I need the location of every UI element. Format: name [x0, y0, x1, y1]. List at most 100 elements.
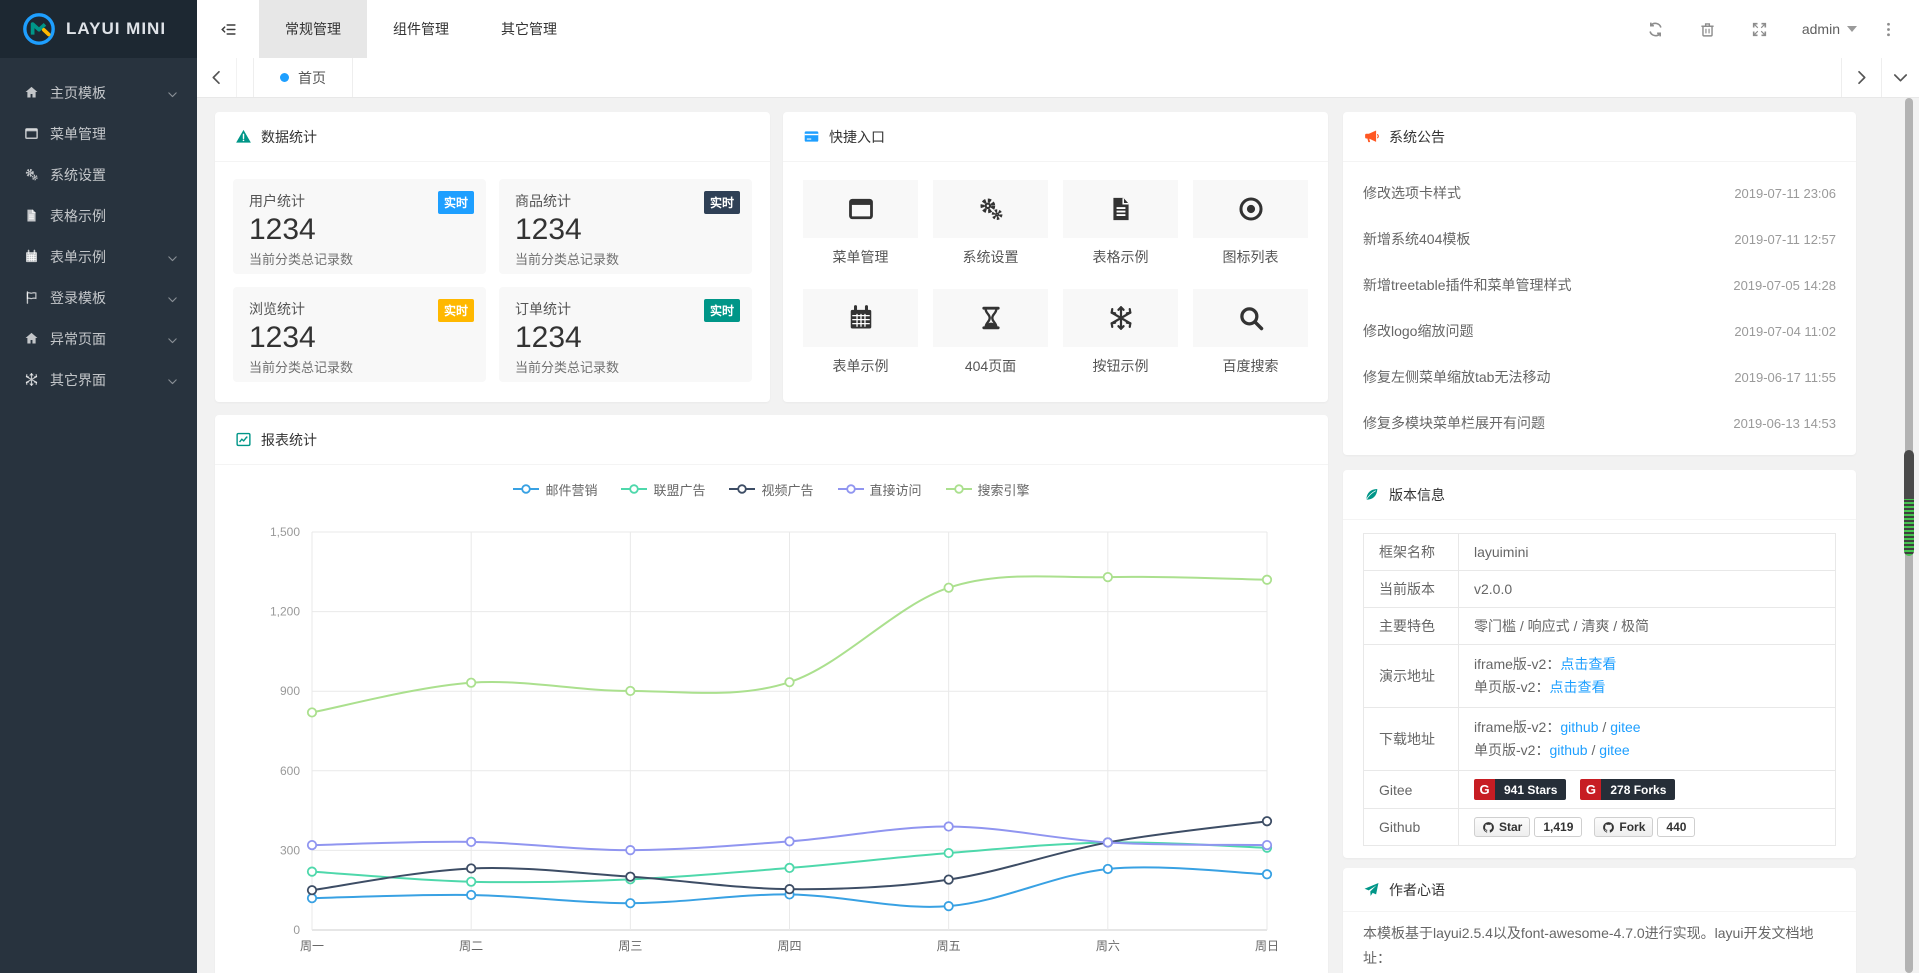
gitee-badge[interactable]: G941 Stars — [1474, 779, 1566, 800]
sidebar-item-1[interactable]: 菜单管理 — [0, 113, 197, 154]
page-scrollbar-thumb[interactable] — [1904, 450, 1914, 556]
quick-entry-6[interactable]: 按钮示例 — [1063, 289, 1178, 376]
sidebar-item-label: 表单示例 — [50, 247, 167, 267]
quick-entry-7[interactable]: 百度搜索 — [1193, 289, 1308, 376]
sidebar-item-label: 登录模板 — [50, 288, 167, 308]
warning-triangle-icon — [235, 128, 252, 145]
version-link[interactable]: gitee — [1599, 742, 1629, 758]
notice-row-4[interactable]: 修复左侧菜单缩放tab无法移动2019-06-17 11:55 — [1363, 354, 1836, 400]
github-star-button[interactable]: Star — [1474, 817, 1530, 837]
calendar-icon — [803, 289, 918, 347]
version-row-value: layuimini — [1459, 534, 1836, 571]
sidebar-item-0[interactable]: 主页模板 — [0, 72, 197, 113]
flag-icon — [24, 290, 40, 306]
notice-time: 2019-07-04 11:02 — [1734, 324, 1836, 339]
header-nav-tab-0[interactable]: 常规管理 — [259, 0, 367, 58]
github-count[interactable]: 1,419 — [1534, 817, 1582, 837]
github-count[interactable]: 440 — [1657, 817, 1695, 837]
notice-row-5[interactable]: 修复多模块菜单栏展开有问题2019-06-13 14:53 — [1363, 400, 1836, 446]
tab-operations-button[interactable] — [1881, 58, 1919, 97]
version-link[interactable]: gitee — [1610, 719, 1640, 735]
open-tab-0[interactable]: 首页 — [253, 58, 353, 97]
notice-row-0[interactable]: 修改选项卡样式 2019-07-11 23:06 — [1363, 170, 1836, 216]
notice-title: 修改选项卡样式 — [1363, 183, 1461, 203]
gitee-icon: G — [1580, 779, 1601, 800]
stat-badge: 实时 — [438, 191, 474, 214]
gitee-badge[interactable]: G278 Forks — [1580, 779, 1675, 800]
stat-caption: 当前分类总记录数 — [515, 357, 736, 376]
header-nav-tab-1[interactable]: 组件管理 — [367, 0, 475, 58]
stat-value: 1234 — [249, 322, 470, 354]
tabbar-right — [1841, 58, 1919, 97]
window-icon — [24, 126, 40, 142]
quick-entry-label: 系统设置 — [933, 247, 1048, 267]
legend-item-0[interactable]: 邮件营销 — [513, 480, 597, 499]
header-actions: admin — [1630, 0, 1919, 58]
notice-row-1[interactable]: 新增系统404模板2019-07-11 12:57 — [1363, 216, 1836, 262]
legend-marker — [838, 484, 864, 494]
version-link[interactable]: 点击查看 — [1560, 656, 1616, 672]
legend-item-3[interactable]: 直接访问 — [838, 480, 922, 499]
header-nav-tab-2[interactable]: 其它管理 — [475, 0, 583, 58]
clear-cache-button[interactable] — [1682, 0, 1734, 58]
tab-scroll-right-button[interactable] — [1841, 58, 1881, 97]
more-menu-button[interactable] — [1873, 21, 1903, 38]
stat-card-0: 用户统计实时1234当前分类总记录数 — [233, 179, 486, 274]
sidebar-collapse-button[interactable] — [197, 0, 259, 58]
notice-title: 修改logo缩放问题 — [1363, 321, 1473, 341]
quick-entry-2[interactable]: 表格示例 — [1063, 180, 1178, 267]
refresh-button[interactable] — [1630, 0, 1682, 58]
quick-entry-4[interactable]: 表单示例 — [803, 289, 918, 376]
version-link[interactable]: github — [1549, 742, 1587, 758]
page-scrollbar-track[interactable] — [1905, 98, 1913, 973]
sidebar-item-6[interactable]: 异常页面 — [0, 318, 197, 359]
legend-label: 邮件营销 — [545, 480, 597, 499]
version-row-1: 当前版本v2.0.0 — [1364, 571, 1836, 608]
sidebar-item-4[interactable]: 表单示例 — [0, 236, 197, 277]
quick-panel-header: 快捷入口 — [783, 112, 1328, 162]
notice-time: 2019-07-11 23:06 — [1734, 186, 1836, 201]
legend-item-1[interactable]: 联盟广告 — [621, 480, 705, 499]
github-icon — [1482, 821, 1495, 834]
version-panel-header: 版本信息 — [1343, 470, 1856, 520]
svg-text:900: 900 — [280, 684, 300, 698]
notice-row-2[interactable]: 新增treetable插件和菜单管理样式2019-07-05 14:28 — [1363, 262, 1836, 308]
sidebar-item-7[interactable]: 其它界面 — [0, 359, 197, 400]
user-dropdown[interactable]: admin — [1786, 21, 1873, 37]
sidebar-item-5[interactable]: 登录模板 — [0, 277, 197, 318]
github-fork-button[interactable]: Fork — [1594, 817, 1653, 837]
quick-entry-5[interactable]: 404页面 — [933, 289, 1048, 376]
version-link[interactable]: 点击查看 — [1549, 679, 1605, 695]
tab-scroll-left-button[interactable] — [197, 58, 237, 97]
quick-panel-title: 快捷入口 — [829, 127, 885, 147]
header-nav: 常规管理组件管理其它管理 — [259, 0, 583, 58]
version-link[interactable]: github — [1560, 719, 1598, 735]
legend-item-2[interactable]: 视频广告 — [729, 480, 813, 499]
stat-caption: 当前分类总记录数 — [249, 357, 470, 376]
svg-text:600: 600 — [280, 764, 300, 778]
version-row-value: G941 StarsG278 Forks — [1459, 771, 1836, 809]
sidebar-menu: 主页模板菜单管理系统设置表格示例表单示例登录模板异常页面其它界面 — [0, 58, 197, 400]
gitee-badge-text: 941 Stars — [1495, 779, 1566, 800]
stat-label: 浏览统计 — [249, 299, 470, 319]
version-row-4: 下载地址iframe版-v2：github / gitee单页版-v2：gith… — [1364, 708, 1836, 771]
author-panel-header: 作者心语 — [1343, 868, 1856, 912]
notice-time: 2019-06-13 14:53 — [1733, 416, 1836, 431]
notice-row-3[interactable]: 修改logo缩放问题 2019-07-04 11:02 — [1363, 308, 1836, 354]
stat-card-3: 订单统计实时1234当前分类总记录数 — [499, 287, 752, 382]
quick-entry-1[interactable]: 系统设置 — [933, 180, 1048, 267]
quick-entry-3[interactable]: 图标列表 — [1193, 180, 1308, 267]
quick-entry-0[interactable]: 菜单管理 — [803, 180, 918, 267]
chevron-down-icon — [1892, 69, 1909, 86]
brand-logo[interactable]: LAYUI MINI — [0, 0, 197, 58]
stat-badge: 实时 — [704, 191, 740, 214]
sidebar-item-2[interactable]: 系统设置 — [0, 154, 197, 195]
version-row-value: Star1,419 Fork440 — [1459, 809, 1836, 846]
fullscreen-button[interactable] — [1734, 0, 1786, 58]
legend-item-4[interactable]: 搜索引擎 — [946, 480, 1030, 499]
svg-text:0: 0 — [293, 923, 300, 937]
sidebar-item-3[interactable]: 表格示例 — [0, 195, 197, 236]
id-card-icon — [803, 128, 820, 145]
chevron-down-icon — [167, 251, 179, 263]
stat-badge: 实时 — [704, 299, 740, 322]
